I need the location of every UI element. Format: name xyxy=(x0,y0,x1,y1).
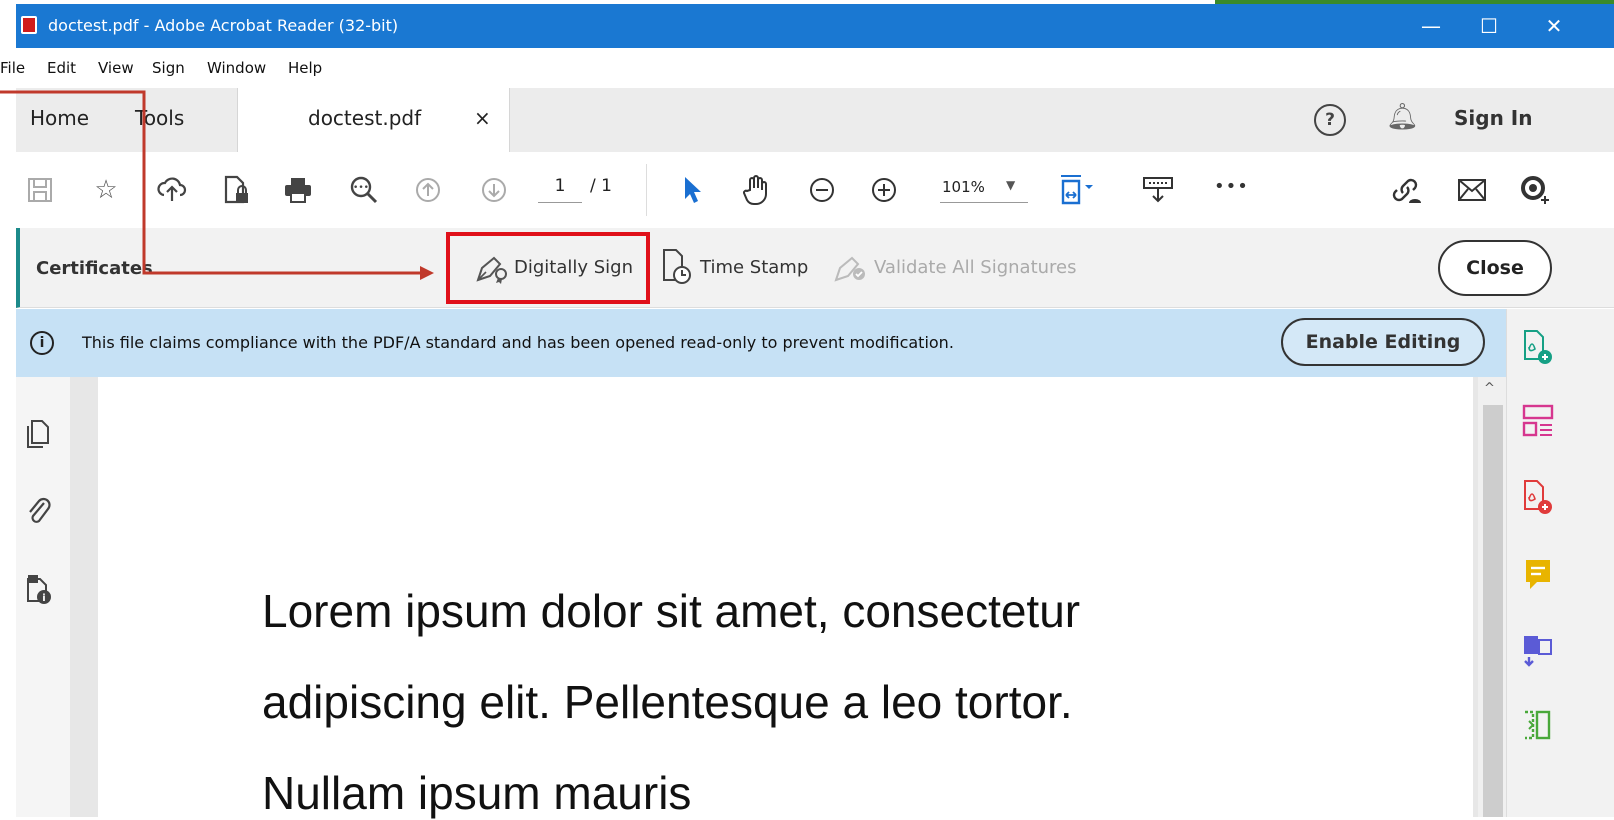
time-stamp-button[interactable]: Time Stamp xyxy=(700,257,808,278)
zoom-in-icon[interactable] xyxy=(864,170,904,210)
scroll-mode-icon[interactable] xyxy=(1138,170,1178,210)
zoom-dropdown-icon[interactable]: ▼ xyxy=(1006,178,1015,192)
sign-in-button[interactable]: Sign In xyxy=(1454,106,1532,130)
email-icon[interactable] xyxy=(1452,170,1492,210)
compare-files-icon[interactable] xyxy=(1521,707,1555,747)
close-tab-icon[interactable]: × xyxy=(474,106,491,130)
edit-pdf-icon[interactable] xyxy=(1521,633,1555,673)
menu-view[interactable]: View xyxy=(98,59,134,77)
maximize-button[interactable]: ☐ xyxy=(1459,4,1519,48)
close-window-button[interactable]: ✕ xyxy=(1524,4,1584,48)
bell-icon[interactable]: 🔔︎ xyxy=(1386,102,1419,132)
digitally-sign-icon xyxy=(474,254,512,284)
menu-edit[interactable]: Edit xyxy=(47,59,76,77)
minimize-button[interactable]: — xyxy=(1401,4,1461,48)
left-navigation-pane: i xyxy=(16,377,70,817)
page-thumbnails-icon[interactable] xyxy=(24,417,54,455)
document-properties-icon[interactable]: i xyxy=(24,571,54,609)
menu-window[interactable]: Window xyxy=(207,59,266,77)
hand-tool-icon[interactable] xyxy=(736,170,776,210)
info-bar: i This file claims compliance with the P… xyxy=(16,309,1506,377)
page-number-input[interactable]: 1 xyxy=(538,176,582,203)
right-tools-pane xyxy=(1506,309,1614,817)
validate-signatures-icon xyxy=(832,254,870,284)
page-total: / 1 xyxy=(590,176,612,196)
validate-all-signatures-button[interactable]: Validate All Signatures xyxy=(874,257,1077,278)
document-text-line: Lorem ipsum dolor sit amet, consectetur xyxy=(262,585,1081,637)
organize-pages-icon[interactable] xyxy=(1521,403,1555,443)
digitally-sign-button[interactable]: Digitally Sign xyxy=(514,257,633,278)
window-title: doctest.pdf - Adobe Acrobat Reader (32-b… xyxy=(48,16,399,35)
toolbar-divider xyxy=(646,164,647,216)
zoom-level[interactable]: 101% xyxy=(942,178,985,196)
svg-text:i: i xyxy=(42,593,45,604)
fit-page-icon[interactable] xyxy=(1056,170,1096,210)
next-page-icon[interactable] xyxy=(474,170,514,210)
zoom-underline xyxy=(940,202,1028,203)
zoom-out-icon[interactable] xyxy=(802,170,842,210)
scrollbar-thumb[interactable] xyxy=(1483,405,1503,817)
menu-sign[interactable]: Sign xyxy=(152,59,185,77)
more-tools-icon[interactable]: ••• xyxy=(1214,176,1249,197)
document-text-line: Nullam ipsum mauris xyxy=(262,767,692,819)
document-text-line: adipiscing elit. Pellentesque a leo tort… xyxy=(262,676,1073,728)
title-bar: doctest.pdf - Adobe Acrobat Reader (32-b… xyxy=(16,4,1614,48)
enable-editing-button[interactable]: Enable Editing xyxy=(1281,318,1485,366)
menu-help[interactable]: Help xyxy=(288,59,322,77)
close-certificates-button[interactable]: Close xyxy=(1438,240,1552,296)
acrobat-app-icon xyxy=(21,16,37,34)
info-message: This file claims compliance with the PDF… xyxy=(82,333,954,352)
attachments-icon[interactable] xyxy=(24,495,54,533)
share-link-icon[interactable] xyxy=(1386,170,1426,210)
add-account-icon[interactable] xyxy=(1516,170,1556,210)
export-pdf-icon[interactable] xyxy=(1521,479,1555,519)
comment-icon[interactable] xyxy=(1521,557,1555,597)
annotation-arrow xyxy=(0,90,434,280)
scroll-up-icon[interactable]: ^ xyxy=(1484,381,1495,396)
select-cursor-icon[interactable] xyxy=(672,170,712,210)
time-stamp-icon xyxy=(660,248,694,286)
info-icon: i xyxy=(30,331,54,355)
help-icon[interactable]: ? xyxy=(1314,104,1346,136)
create-pdf-icon[interactable] xyxy=(1521,329,1555,369)
menu-file[interactable]: File xyxy=(0,59,25,77)
